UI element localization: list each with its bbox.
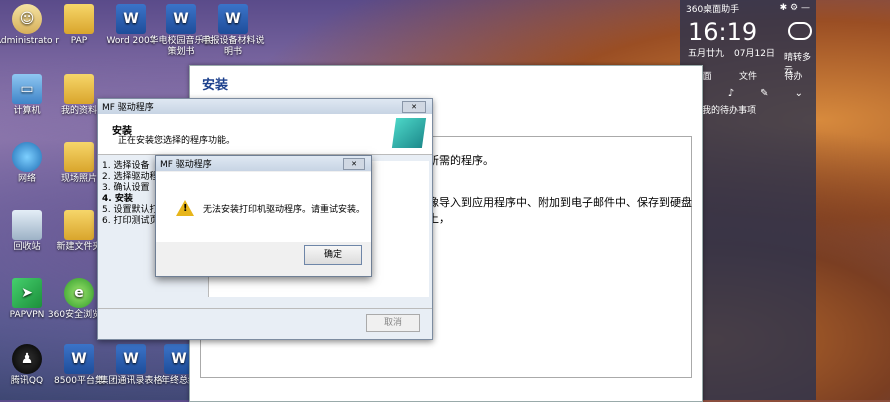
folder-icon [64,4,94,34]
user-folder-icon: ☺ [12,4,42,34]
warning-icon: ! [176,200,194,216]
background-text-2: 像导入到应用程序中、附加到电子邮件中、保存到硬盘上， [428,196,692,225]
gadget-todo-title: 我的待办事项 [702,106,757,116]
step-item: 3. 确认设置 [102,183,150,193]
word-icon: W [116,4,146,34]
background-window-title: 安装 [202,78,229,93]
desktop-icon-equipment-doc[interactable]: W 申报设备材料说明书 [200,0,266,58]
gadget-tool-file[interactable]: 文件 [739,69,757,82]
error-message: 无法安装打印机驱动程序。请重试安装。 [203,205,366,215]
bell-icon[interactable]: ♪ [728,88,734,99]
recycle-bin-icon [12,210,42,240]
browser-icon: e [64,278,94,308]
mf-window-titlebar[interactable]: MF 驱动程序 ✕ [98,99,432,114]
vpn-icon: ➤ [12,278,42,308]
gadget-name: 360桌面助手 [686,4,740,15]
folder-icon [64,210,94,240]
cloud-icon [788,22,812,40]
computer-icon: ▭ [12,74,42,104]
word-doc-icon: W [218,4,248,34]
weather-text: 晴转多云 [784,53,812,76]
ok-button[interactable]: 确定 [304,245,362,265]
gadget-controls[interactable]: ✱ ⚙ — [780,3,810,13]
settings-icon[interactable]: ✎ [760,88,768,99]
folder-icon [64,142,94,172]
gadget-header: 360桌面助手 ✱ ⚙ — [680,0,816,16]
desktop-icon-label: 申报设备材料说明书 [201,36,265,57]
folder-icon [64,74,94,104]
error-dialog-body: ! 无法安装打印机驱动程序。请重试安装。 [156,172,371,242]
background-text-1: 所需的程序。 [428,154,494,167]
mf-window-title: MF 驱动程序 [102,103,154,113]
lunar-date: 五月廿九 [688,49,725,59]
collapse-icon[interactable]: ⌄ [795,88,803,99]
step-item: 2. 选择驱动程 [102,172,159,182]
step-item-current: 4. 安装 [102,194,133,204]
error-dialog-title: MF 驱动程序 [160,160,212,170]
close-icon[interactable]: ✕ [402,101,426,113]
close-icon[interactable]: ✕ [343,158,365,170]
step-item: 5. 设置默认打 [102,205,159,215]
step-item: 1. 选择设备 [102,161,150,171]
step-item: 6. 打印测试页 [102,216,159,226]
cancel-button[interactable]: 取消 [366,314,420,332]
word-doc-icon: W [64,344,94,374]
error-dialog: MF 驱动程序 ✕ ! 无法安装打印机驱动程序。请重试安装。 确定 [155,155,372,277]
step-subtitle: 正在安装您选择的程序功能。 [118,136,236,146]
qq-icon: ♟ [12,344,42,374]
error-dialog-titlebar[interactable]: MF 驱动程序 ✕ [156,156,371,171]
word-doc-icon: W [166,4,196,34]
network-icon [12,142,42,172]
mf-window-header: 安装 正在安装您选择的程序功能。 [98,114,432,155]
installer-logo-icon [391,118,427,148]
word-doc-icon: W [116,344,146,374]
step-list: 1. 选择设备 2. 选择驱动程 3. 确认设置 4. 安装 5. 设置默认打 … [102,161,158,227]
solar-date: 07月12日 [734,49,775,59]
button-bar: 取消 [98,308,432,339]
